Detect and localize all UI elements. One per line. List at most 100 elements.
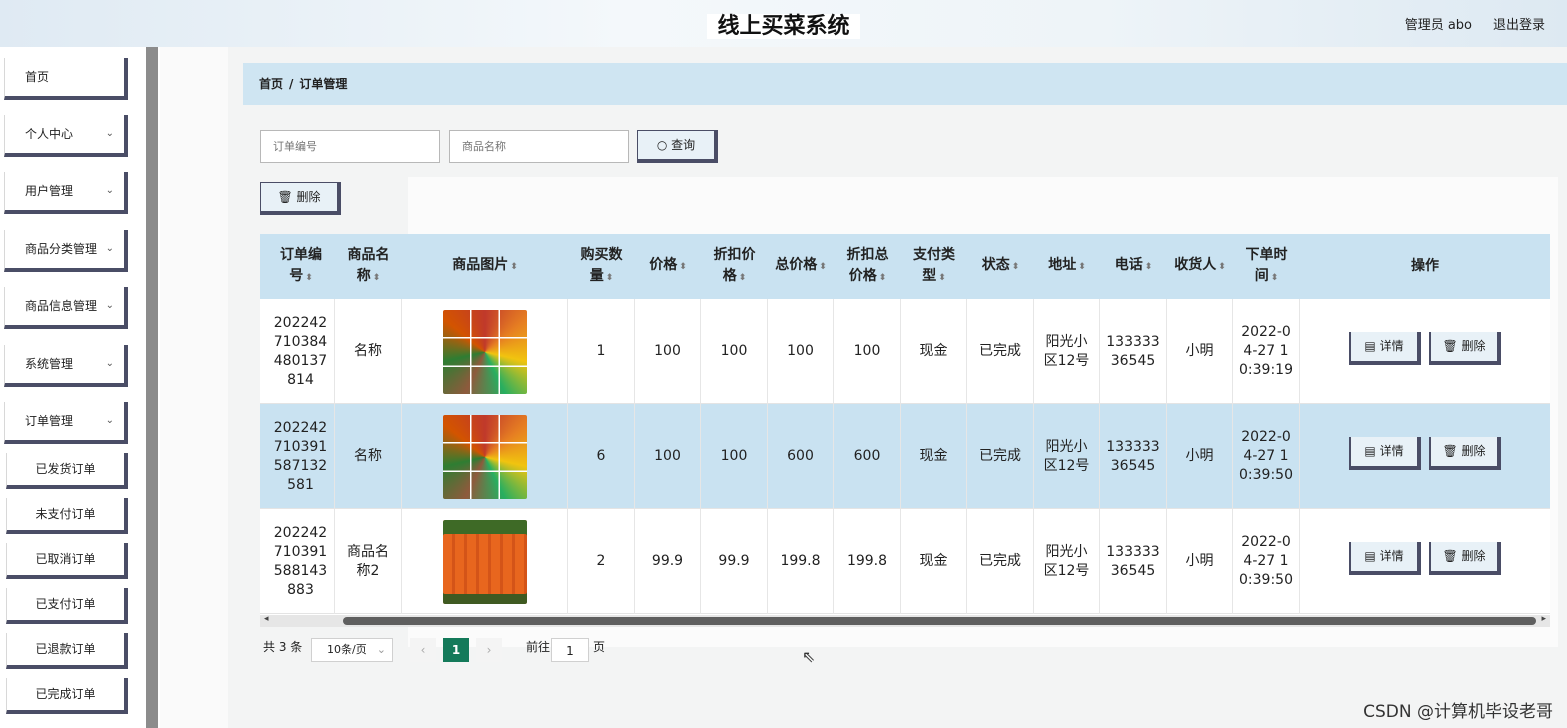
sort-icon[interactable]: ⬍	[1078, 262, 1086, 272]
sort-icon[interactable]: ⬍	[606, 273, 614, 283]
order-no-cell: 202242 710391 588143 883	[267, 509, 335, 614]
order-no-search-input[interactable]	[260, 130, 440, 163]
column-header-dtotal[interactable]: 折扣总 价格 ⬍	[834, 234, 901, 299]
sidebar-subitem-4[interactable]: 已退款订单	[6, 633, 128, 669]
sidebar-subitem-3[interactable]: 已支付订单	[6, 588, 128, 624]
product-name-cell: 名称	[335, 404, 402, 509]
prev-page-button[interactable]: ‹	[410, 638, 436, 662]
sidebar-item-0[interactable]: 首页	[4, 58, 128, 100]
sidebar-item-6[interactable]: 订单管理 ⌄	[4, 402, 128, 444]
scroll-left-icon[interactable]: ◂	[264, 614, 269, 624]
discount-cell: 100	[701, 404, 768, 509]
orders-table: 订单编号 ⬍ 商品名称 ⬍ 商品图片 ⬍ 购买数量 ⬍ 价格 ⬍ 折扣价格 ⬍ 总价格 ⬍ 折扣总 价格 ⬍ 支付…	[260, 234, 1550, 615]
column-header-qty[interactable]: 购买数量 ⬍	[568, 234, 635, 299]
page-size-select[interactable]: 10条/页 ⌄	[311, 638, 393, 662]
sort-icon[interactable]: ⬍	[305, 273, 313, 283]
sort-icon[interactable]: ⬍	[1271, 273, 1279, 283]
scrollbar-thumb[interactable]	[343, 617, 1536, 625]
sidebar-subitem-5[interactable]: 已完成订单	[6, 678, 128, 714]
sort-icon[interactable]: ⬍	[739, 273, 747, 283]
ops-cell: ▤ 详情 🗑 删除	[1300, 404, 1550, 509]
sidebar-subitem-1[interactable]: 未支付订单	[6, 498, 128, 534]
next-page-button[interactable]: ›	[476, 638, 502, 662]
chevron-down-icon: ⌄	[105, 243, 114, 254]
qty-cell: 6	[568, 404, 635, 509]
logout-link[interactable]: 退出登录	[1493, 14, 1545, 33]
column-header-receiver[interactable]: 收货人 ⬍	[1167, 234, 1233, 299]
product-name-search-input[interactable]	[449, 130, 629, 163]
product-name-cell: 名称	[335, 299, 402, 404]
order-time-cell: 2022-0 4-27 1 0:39:50	[1233, 404, 1300, 509]
phone-cell: 133333 36545	[1100, 509, 1167, 614]
sidebar-item-4[interactable]: 商品信息管理 ⌄	[4, 287, 128, 329]
status-cell: 已完成	[967, 404, 1034, 509]
product-image	[442, 519, 527, 604]
detail-button[interactable]: ▤ 详情	[1349, 542, 1421, 575]
discount-cell: 99.9	[701, 509, 768, 614]
trash-icon: 🗑	[1442, 444, 1458, 458]
discount-total-cell: 199.8	[834, 509, 901, 614]
sidebar-scroll-rail[interactable]	[146, 47, 158, 728]
sort-icon[interactable]: ⬍	[938, 273, 946, 283]
batch-delete-button[interactable]: 🗑 删除	[260, 182, 341, 215]
sidebar-item-3[interactable]: 商品分类管理 ⌄	[4, 230, 128, 272]
query-button[interactable]: ○ 查询	[637, 130, 718, 163]
column-header-total[interactable]: 总价格 ⬍	[768, 234, 834, 299]
sidebar-item-2[interactable]: 用户管理 ⌄	[4, 172, 128, 214]
column-header-status[interactable]: 状态 ⬍	[967, 234, 1034, 299]
delete-button[interactable]: 🗑 删除	[1429, 437, 1501, 470]
table-row: 202242 710384 480137 814 名称 1 100 100 100 100 现金 已完…	[260, 299, 1550, 404]
sort-icon[interactable]: ⬍	[1218, 262, 1226, 272]
table-header: 订单编号 ⬍ 商品名称 ⬍ 商品图片 ⬍ 购买数量 ⬍ 价格 ⬍ 折扣价格 ⬍ 总价格 ⬍ 折扣总 价格 ⬍ 支付…	[260, 234, 1550, 299]
sidebar-item-5[interactable]: 系统管理 ⌄	[4, 345, 128, 387]
delete-button[interactable]: 🗑 删除	[1429, 542, 1501, 575]
sidebar-subitem-0[interactable]: 已发货订单	[6, 453, 128, 489]
receiver-cell: 小明	[1167, 509, 1233, 614]
column-header-discount[interactable]: 折扣价格 ⬍	[701, 234, 768, 299]
sidebar-item-1[interactable]: 个人中心 ⌄	[4, 115, 128, 157]
delete-button[interactable]: 🗑 删除	[1429, 332, 1501, 365]
sort-icon[interactable]: ⬍	[819, 262, 827, 272]
address-cell: 阳光小 区12号	[1034, 509, 1100, 614]
table-row: 202242 710391 588143 883 商品名 称2 2 99.9 99.9 199.8…	[260, 509, 1550, 614]
column-header-image[interactable]: 商品图片 ⬍	[402, 234, 568, 299]
column-header-phone[interactable]: 电话 ⬍	[1100, 234, 1167, 299]
sort-icon[interactable]: ⬍	[373, 273, 381, 283]
breadcrumb-home[interactable]: 首页	[259, 77, 283, 91]
chevron-down-icon: ⌄	[376, 643, 386, 656]
goto-page-input[interactable]: 1	[551, 638, 589, 662]
column-header-pay[interactable]: 支付类型 ⬍	[901, 234, 967, 299]
discount-total-cell: 600	[834, 404, 901, 509]
sort-icon[interactable]: ⬍	[1145, 262, 1153, 272]
total-count: 共 3 条	[263, 640, 303, 654]
column-header-ops: 操作	[1411, 258, 1439, 274]
status-cell: 已完成	[967, 509, 1034, 614]
sidebar-item-label: 商品信息管理	[25, 299, 98, 313]
order-time-cell: 2022-0 4-27 1 0:39:50	[1233, 509, 1300, 614]
trash-icon: 🗑	[1442, 339, 1458, 353]
phone-cell: 133333 36545	[1100, 404, 1167, 509]
column-header-time[interactable]: 下单时间 ⬍	[1233, 234, 1300, 299]
column-header-order-no[interactable]: 订单编号 ⬍	[267, 234, 335, 299]
document-icon: ▤	[1364, 444, 1376, 458]
column-header-address[interactable]: 地址 ⬍	[1034, 234, 1100, 299]
address-cell: 阳光小 区12号	[1034, 404, 1100, 509]
document-icon: ▤	[1364, 549, 1376, 563]
table-horizontal-scrollbar[interactable]: ◂ ▸	[260, 614, 1550, 627]
sort-icon[interactable]: ⬍	[1012, 262, 1020, 272]
receiver-cell: 小明	[1167, 404, 1233, 509]
detail-button[interactable]: ▤ 详情	[1349, 332, 1421, 365]
sort-icon[interactable]: ⬍	[679, 262, 687, 272]
scroll-right-icon[interactable]: ▸	[1541, 614, 1546, 624]
product-image-cell	[402, 509, 568, 614]
sort-icon[interactable]: ⬍	[879, 273, 887, 283]
sidebar-subitem-2[interactable]: 已取消订单	[6, 543, 128, 579]
price-cell: 100	[635, 299, 701, 404]
column-header-product[interactable]: 商品名称 ⬍	[335, 234, 402, 299]
detail-button[interactable]: ▤ 详情	[1349, 437, 1421, 470]
sort-icon[interactable]: ⬍	[510, 262, 518, 272]
column-header-price[interactable]: 价格 ⬍	[635, 234, 701, 299]
address-cell: 阳光小 区12号	[1034, 299, 1100, 404]
page-number-1[interactable]: 1	[443, 638, 469, 662]
document-icon: ▤	[1364, 339, 1376, 353]
